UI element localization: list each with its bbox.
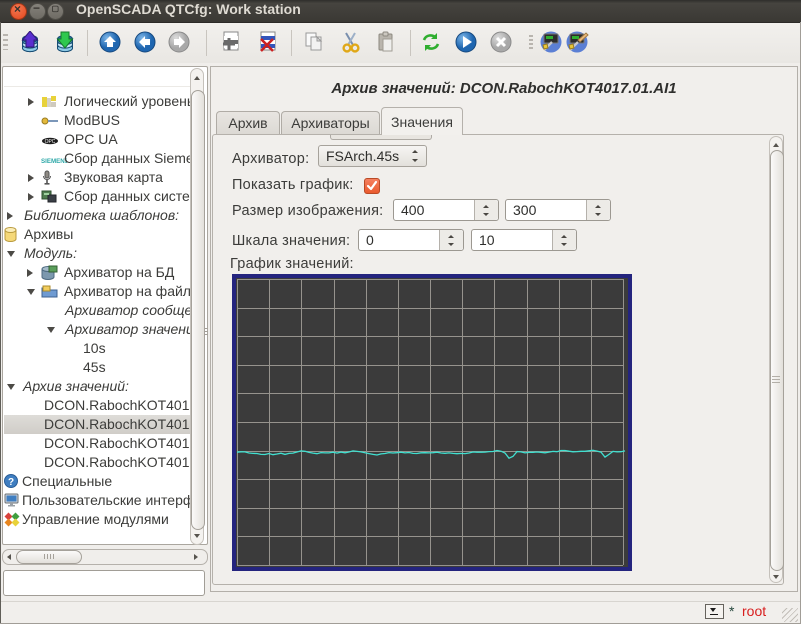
- svg-text:?: ?: [8, 477, 14, 488]
- svg-text:OPC: OPC: [45, 139, 56, 145]
